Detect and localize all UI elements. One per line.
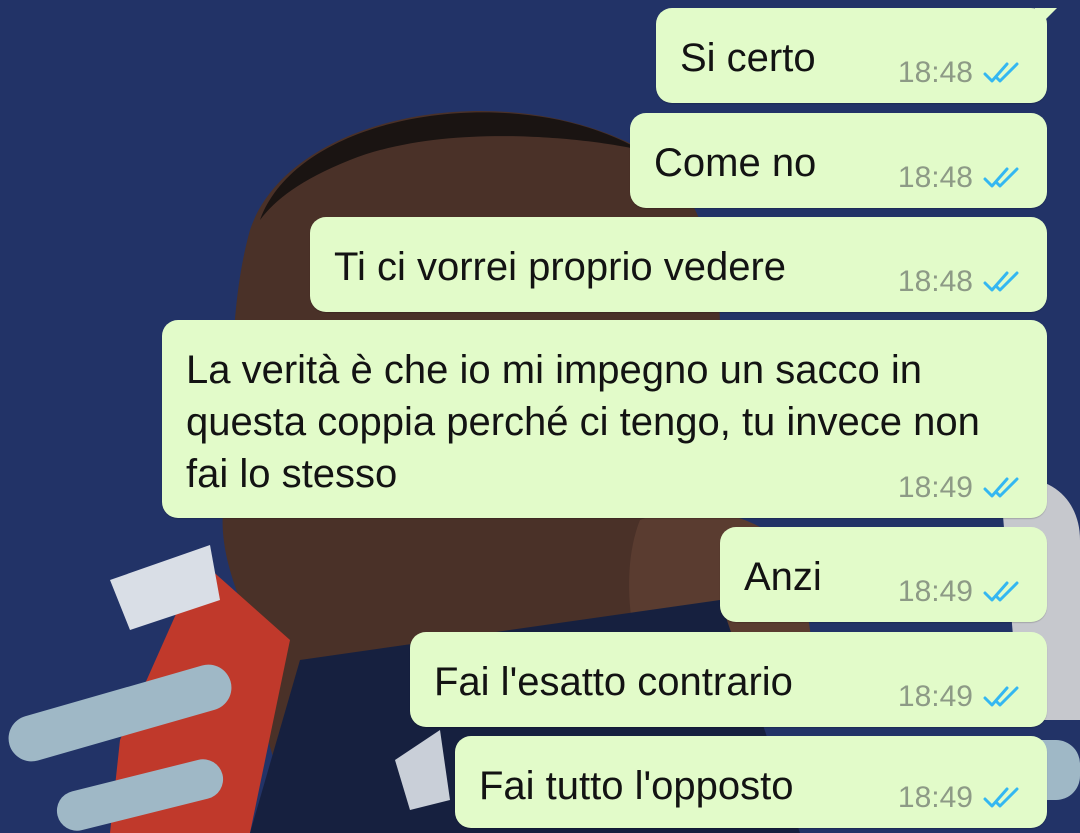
message-bubble[interactable]: Fai l'esatto contrario 18:49 xyxy=(410,632,1047,727)
bubble-tail-icon xyxy=(1035,8,1057,30)
message-meta: 18:49 xyxy=(898,574,1023,610)
message-meta: 18:49 xyxy=(898,470,1023,506)
message-text: Anzi xyxy=(744,555,822,599)
message-meta: 18:49 xyxy=(898,679,1023,715)
double-check-icon xyxy=(983,787,1019,808)
message-bubble[interactable]: Come no 18:48 xyxy=(630,113,1047,208)
message-meta: 18:49 xyxy=(898,780,1023,816)
message-meta: 18:48 xyxy=(898,264,1023,300)
message-meta: 18:48 xyxy=(898,55,1023,91)
message-bubble[interactable]: Ti ci vorrei proprio vedere 18:48 xyxy=(310,217,1047,312)
message-text: Fai tutto l'opposto xyxy=(479,764,794,808)
double-check-icon xyxy=(983,271,1019,292)
double-check-icon xyxy=(983,62,1019,83)
message-time: 18:49 xyxy=(897,781,973,814)
message-meta: 18:48 xyxy=(898,160,1023,196)
message-text: La verità è che io mi impegno un sacco i… xyxy=(186,348,980,496)
message-time: 18:49 xyxy=(897,471,973,504)
message-text: Come no xyxy=(654,141,817,185)
double-check-icon xyxy=(983,581,1019,602)
message-text: Si certo xyxy=(680,36,816,80)
double-check-icon xyxy=(983,686,1019,707)
double-check-icon xyxy=(983,167,1019,188)
message-time: 18:49 xyxy=(897,680,973,713)
message-bubble[interactable]: Fai tutto l'opposto 18:49 xyxy=(455,736,1047,828)
double-check-icon xyxy=(983,477,1019,498)
message-time: 18:48 xyxy=(897,265,973,298)
message-bubble[interactable]: La verità è che io mi impegno un sacco i… xyxy=(162,320,1047,518)
message-bubble[interactable]: Anzi 18:49 xyxy=(720,527,1047,622)
message-text: Fai l'esatto contrario xyxy=(434,660,793,704)
message-time: 18:48 xyxy=(897,161,973,194)
message-bubble[interactable]: Si certo 18:48 xyxy=(656,8,1057,103)
message-time: 18:48 xyxy=(897,56,973,89)
message-text: Ti ci vorrei proprio vedere xyxy=(334,245,787,289)
message-time: 18:49 xyxy=(897,575,973,608)
